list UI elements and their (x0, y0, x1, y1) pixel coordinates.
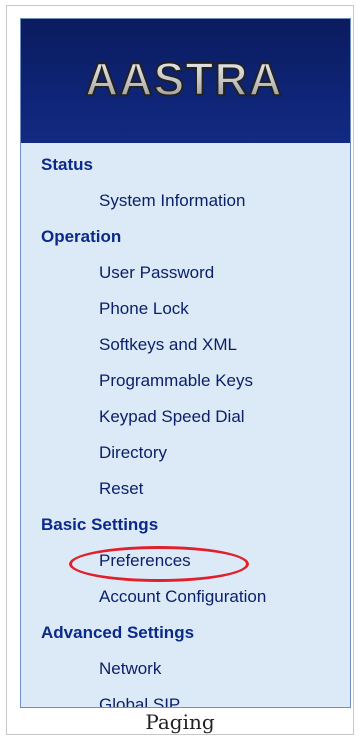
nav-item-label[interactable]: Directory (99, 435, 167, 471)
nav-item-label[interactable]: Preferences (99, 543, 191, 579)
nav-item-directory[interactable]: Directory (21, 435, 350, 471)
section-label: Operation (41, 227, 122, 246)
nav-item-preferences[interactable]: Preferences (21, 543, 350, 579)
nav-item-label[interactable]: System Information (99, 183, 245, 219)
nav-item-global-sip[interactable]: Global SIP (21, 687, 350, 707)
nav-item-network[interactable]: Network (21, 651, 350, 687)
aastra-logo-icon: AASTRA (84, 55, 283, 105)
nav-item-label[interactable]: Programmable Keys (99, 363, 253, 399)
nav-item-label[interactable]: Reset (99, 471, 143, 507)
nav-item-system-information[interactable]: System Information (21, 183, 350, 219)
section-label: Basic Settings (41, 515, 159, 534)
nav-item-user-password[interactable]: User Password (21, 255, 350, 291)
section-advanced-settings: Advanced Settings (21, 615, 350, 651)
nav-item-label[interactable]: Network (99, 651, 161, 687)
nav-item-label[interactable]: Account Configuration (99, 579, 266, 615)
nav-item-label[interactable]: Phone Lock (99, 291, 189, 327)
nav-item-softkeys-and-xml[interactable]: Softkeys and XML (21, 327, 350, 363)
sidebar-nav-panel: AASTRA Status System Information Operati… (20, 18, 351, 708)
section-label: Advanced Settings (41, 623, 195, 642)
nav-item-label[interactable]: Softkeys and XML (99, 327, 237, 363)
section-label: Status (41, 155, 93, 174)
figure-caption: Paging (145, 710, 215, 734)
figure-frame: AASTRA Status System Information Operati… (6, 5, 354, 735)
svg-text:AASTRA: AASTRA (85, 55, 283, 105)
nav-item-account-configuration[interactable]: Account Configuration (21, 579, 350, 615)
nav-item-reset[interactable]: Reset (21, 471, 350, 507)
section-basic-settings: Basic Settings (21, 507, 350, 543)
nav-item-keypad-speed-dial[interactable]: Keypad Speed Dial (21, 399, 350, 435)
nav-item-programmable-keys[interactable]: Programmable Keys (21, 363, 350, 399)
logo-header: AASTRA (21, 19, 350, 143)
section-operation: Operation (21, 219, 350, 255)
nav-item-label[interactable]: Keypad Speed Dial (99, 399, 245, 435)
nav-item-phone-lock[interactable]: Phone Lock (21, 291, 350, 327)
nav-item-label[interactable]: User Password (99, 255, 214, 291)
section-status: Status (21, 147, 350, 183)
nav-item-label[interactable]: Global SIP (99, 687, 180, 707)
